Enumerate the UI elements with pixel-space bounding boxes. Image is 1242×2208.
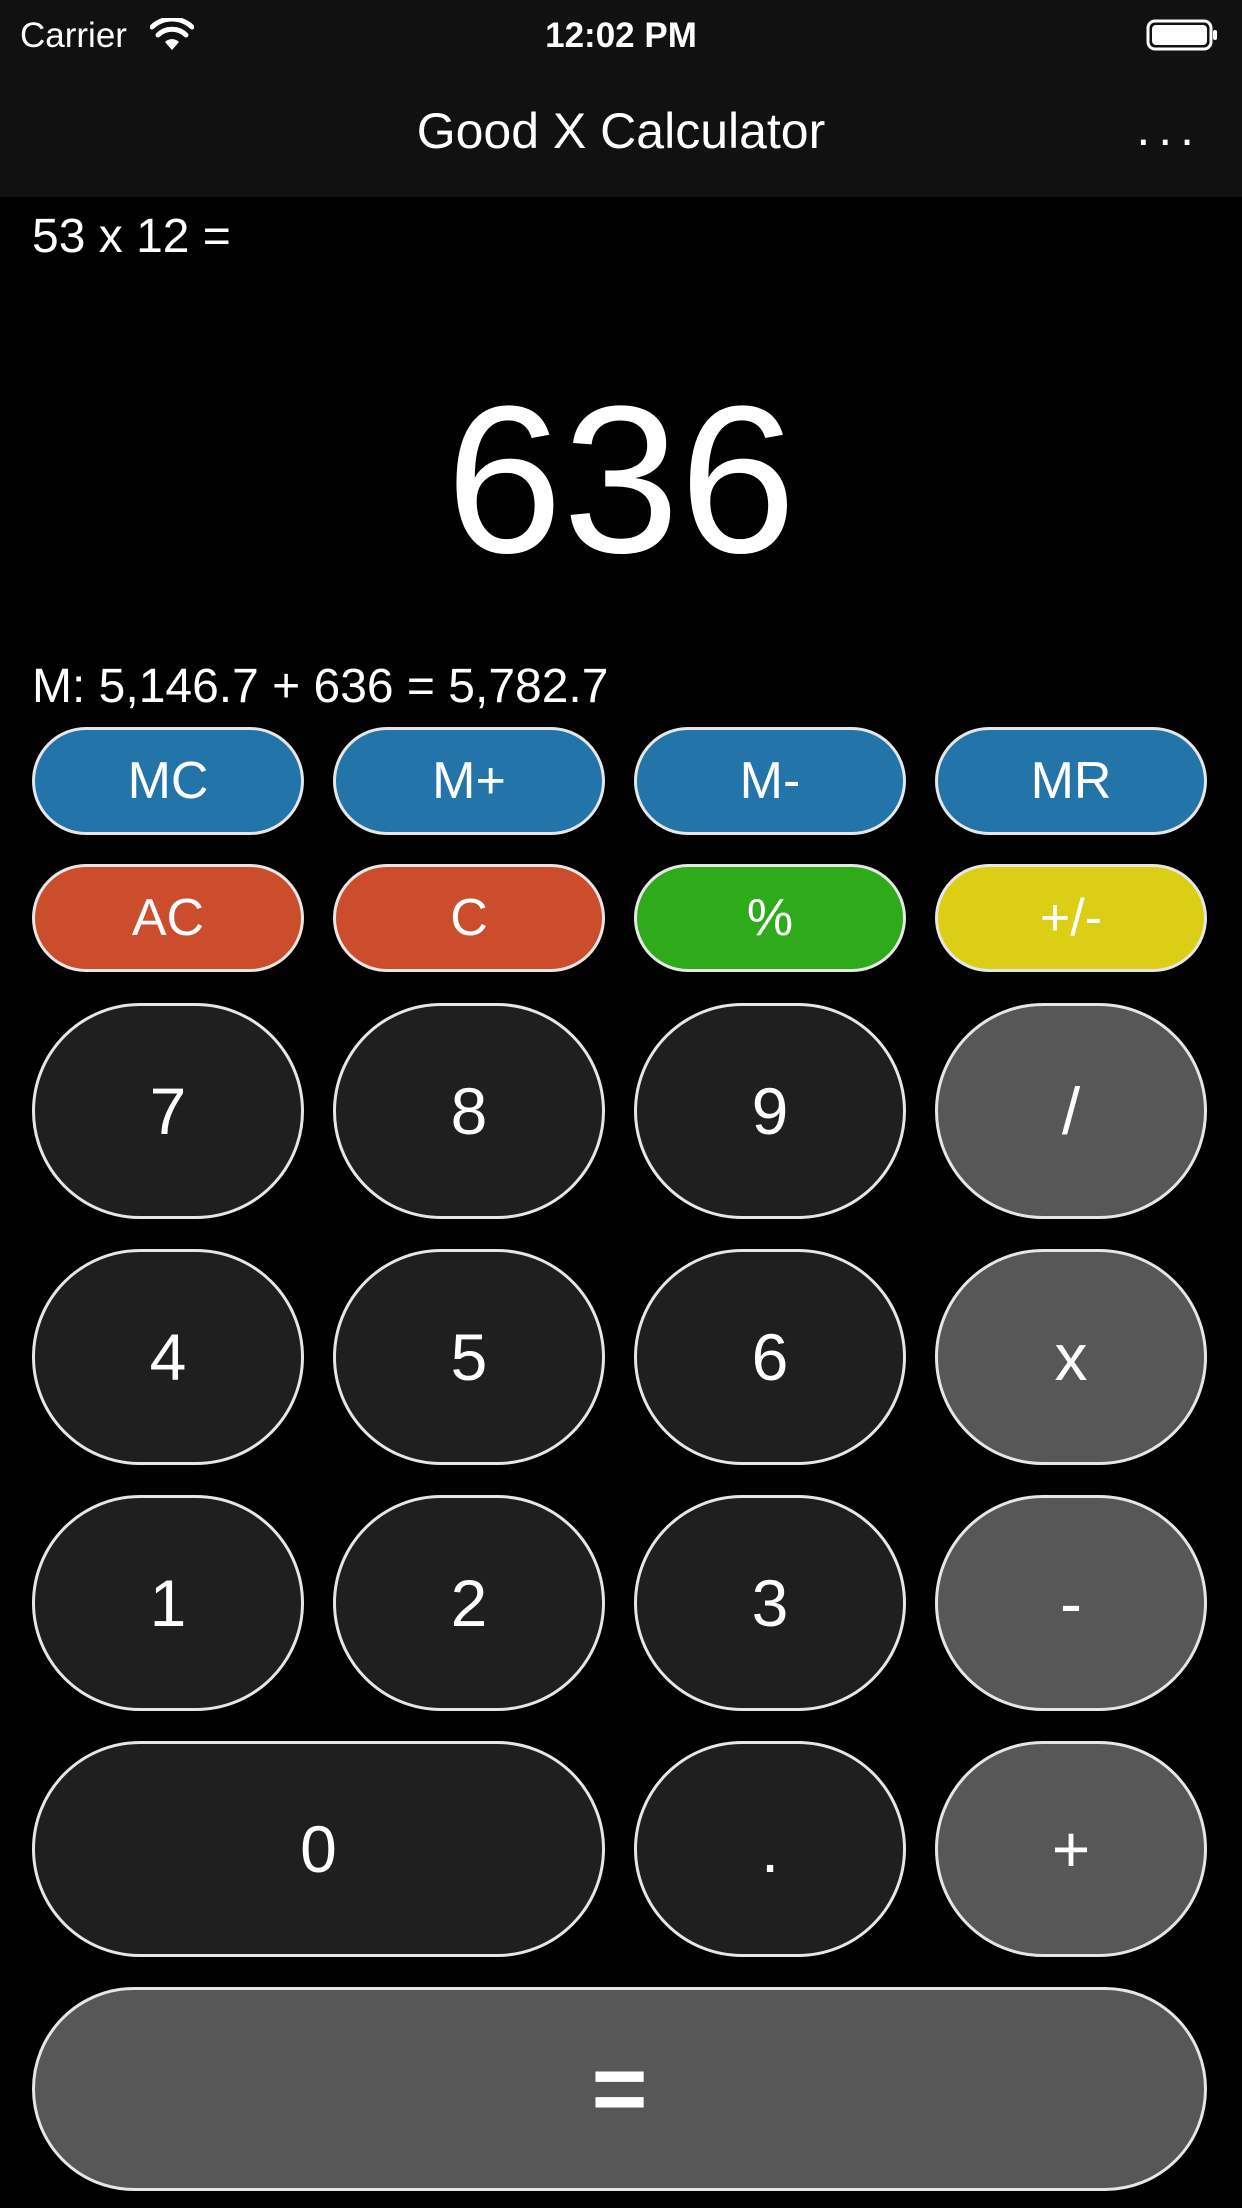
all-clear-button[interactable]: AC	[32, 864, 304, 972]
subtract-button[interactable]: -	[935, 1495, 1207, 1711]
memory-subtract-button[interactable]: M-	[634, 727, 906, 835]
result-display: 636	[445, 362, 797, 597]
battery-icon	[1146, 19, 1217, 51]
digit-8-button[interactable]: 8	[333, 1003, 605, 1219]
digit-1-button[interactable]: 1	[32, 1495, 304, 1711]
memory-clear-button[interactable]: MC	[32, 727, 304, 835]
divide-button[interactable]: /	[935, 1003, 1207, 1219]
status-time: 12:02 PM	[545, 16, 697, 55]
multiply-button[interactable]: x	[935, 1249, 1207, 1465]
memory-add-button[interactable]: M+	[333, 727, 605, 835]
digit-4-button[interactable]: 4	[32, 1249, 304, 1465]
decimal-button[interactable]: .	[634, 1741, 906, 1957]
digit-7-button[interactable]: 7	[32, 1003, 304, 1219]
plus-minus-button[interactable]: +/-	[935, 864, 1207, 972]
digit-3-button[interactable]: 3	[634, 1495, 906, 1711]
top-bar: Carrier 12:02 PM Good X Calculator ...	[0, 0, 1242, 197]
expression-display: 53 x 12 =	[32, 210, 231, 263]
nav-title: Good X Calculator	[416, 103, 826, 159]
memory-display: M: 5,146.7 + 636 = 5,782.7	[32, 660, 609, 713]
digit-0-button[interactable]: 0	[32, 1741, 605, 1957]
memory-recall-button[interactable]: MR	[935, 727, 1207, 835]
digit-6-button[interactable]: 6	[634, 1249, 906, 1465]
add-button[interactable]: +	[935, 1741, 1207, 1957]
clear-button[interactable]: C	[333, 864, 605, 972]
digit-5-button[interactable]: 5	[333, 1249, 605, 1465]
percent-button[interactable]: %	[634, 864, 906, 972]
digit-2-button[interactable]: 2	[333, 1495, 605, 1711]
digit-9-button[interactable]: 9	[634, 1003, 906, 1219]
more-options-button[interactable]: ...	[1136, 100, 1202, 156]
equals-button[interactable]: =	[32, 1987, 1207, 2191]
